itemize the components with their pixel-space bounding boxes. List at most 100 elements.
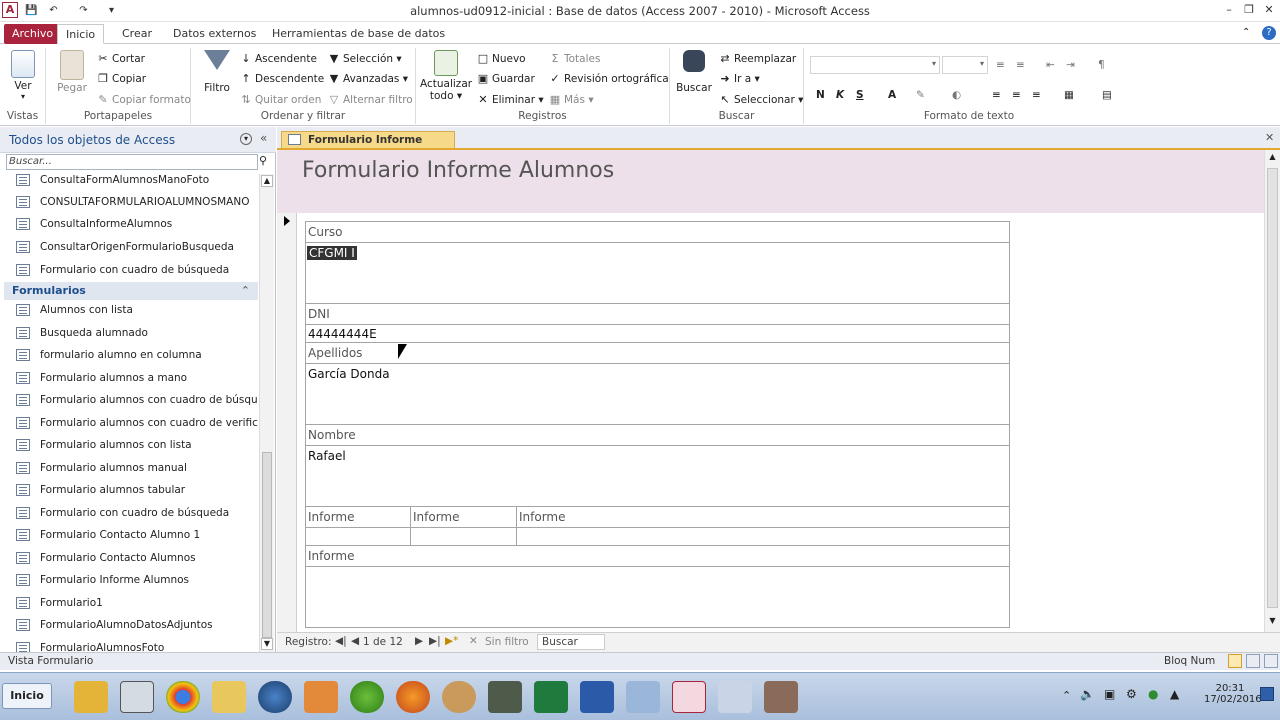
tab-herramientas[interactable]: Herramientas de base de datos xyxy=(264,24,453,44)
form-vertical-scrollbar[interactable]: ▲ ▼ xyxy=(1264,150,1280,632)
scroll-up-icon[interactable]: ▲ xyxy=(261,175,273,187)
align-right-icon[interactable]: ≡ xyxy=(1032,86,1041,104)
gimp-icon[interactable] xyxy=(442,681,476,713)
excel-icon[interactable] xyxy=(534,681,568,713)
access-taskbar-icon[interactable] xyxy=(672,681,706,713)
font-size-select[interactable]: ▾ xyxy=(942,56,988,74)
close-icon[interactable]: ✕ xyxy=(1260,3,1278,17)
paint-icon[interactable] xyxy=(626,681,660,713)
copiar-button[interactable]: ❐ Copiar xyxy=(96,70,146,88)
new-record-nav-icon[interactable]: ▶* xyxy=(445,635,458,647)
avanzadas-button[interactable]: ▼ Avanzadas ▾ xyxy=(327,70,408,88)
list-item[interactable]: formulario alumno en columna xyxy=(0,344,258,366)
tab-datos-externos[interactable]: Datos externos xyxy=(165,24,264,44)
outdent-icon[interactable]: ⇤ xyxy=(1046,56,1055,74)
pegar-button[interactable]: Pegar xyxy=(52,50,92,94)
ver-button[interactable]: Ver ▾ xyxy=(6,50,40,101)
close-document-icon[interactable]: ✕ xyxy=(1265,131,1274,144)
word-icon[interactable] xyxy=(580,681,614,713)
curso-field[interactable]: CFGMI I xyxy=(305,242,1010,304)
list-item[interactable]: ConsultarOrigenFormularioBusqueda xyxy=(0,236,258,258)
informe-field[interactable] xyxy=(305,566,1010,628)
paragraph-direction-icon[interactable]: ¶ xyxy=(1098,56,1105,74)
list-item[interactable]: Busqueda alumnado xyxy=(0,322,258,344)
scroll-thumb[interactable] xyxy=(1267,168,1278,608)
ir-a-button[interactable]: ➜ Ir a ▾ xyxy=(718,70,759,88)
list-item[interactable]: Formulario alumnos con cuadro de verific… xyxy=(0,412,258,434)
quitar-orden-button[interactable]: ⇅ Quitar orden xyxy=(239,91,321,109)
scroll-down-icon[interactable]: ▼ xyxy=(261,638,273,650)
nav-pane-header[interactable]: Todos los objetos de Access ▾ « xyxy=(0,127,276,153)
alternate-row-color-icon[interactable]: ▤ xyxy=(1102,86,1112,104)
first-record-icon[interactable]: ◀| xyxy=(335,635,347,647)
collapse-group-icon[interactable]: ⌃ xyxy=(241,282,250,300)
eliminar-button[interactable]: ✕ Eliminar ▾ xyxy=(476,91,543,109)
scroll-down-icon[interactable]: ▼ xyxy=(1266,616,1279,629)
system-info-icon[interactable] xyxy=(120,681,154,713)
list-item[interactable]: Formulario con cuadro de búsqueda xyxy=(0,502,258,524)
form-view-icon[interactable] xyxy=(1228,654,1242,668)
list-item[interactable]: Formulario Contacto Alumno 1 xyxy=(0,524,258,546)
scroll-thumb[interactable] xyxy=(262,452,272,638)
actualizar-todo-button[interactable]: Actualizar todo ▾ xyxy=(420,50,472,102)
screen-recorder-icon[interactable] xyxy=(764,681,798,713)
record-position[interactable]: 1 de 12 xyxy=(363,636,403,648)
chrome-icon[interactable] xyxy=(166,681,200,713)
minimize-icon[interactable]: – xyxy=(1220,3,1238,17)
seleccionar-button[interactable]: ↖ Seleccionar ▾ xyxy=(718,91,803,109)
apellidos-field[interactable]: García Donda xyxy=(305,363,1010,425)
device-icon[interactable]: ▣ xyxy=(1104,687,1115,701)
ascendente-button[interactable]: ↓ Ascendente xyxy=(239,50,317,68)
list-item[interactable]: Formulario Informe Alumnos xyxy=(0,569,258,591)
settings-tray-icon[interactable]: ⚙ xyxy=(1126,687,1137,701)
utorrent-icon[interactable] xyxy=(350,681,384,713)
tab-inicio[interactable]: Inicio xyxy=(57,24,105,44)
list-item[interactable]: Formulario alumnos con cuadro de búsque.… xyxy=(0,389,258,411)
help-chevron-icon[interactable]: ⌃ xyxy=(1242,27,1250,38)
nombre-field[interactable]: Rafael xyxy=(305,445,1010,507)
volume-icon[interactable]: 🔈 xyxy=(1080,687,1095,701)
tab-crear[interactable]: Crear xyxy=(114,24,160,44)
italic-button[interactable]: K xyxy=(836,86,844,104)
list-item[interactable]: CONSULTAFORMULARIOALUMNOSMANO xyxy=(0,191,258,213)
snipping-tool-icon[interactable] xyxy=(718,681,752,713)
record-search-input[interactable]: Buscar xyxy=(537,634,605,650)
copiar-formato-button[interactable]: ✎ Copiar formato xyxy=(96,91,191,109)
highlight-icon[interactable]: ✎ xyxy=(916,86,925,104)
nav-search-input[interactable]: Buscar... xyxy=(6,154,258,170)
thunderbird-icon[interactable] xyxy=(258,681,292,713)
virtual-machine-icon[interactable] xyxy=(488,681,522,713)
tray-expand-icon[interactable]: ⌃ xyxy=(1062,689,1071,702)
list-item[interactable]: Formulario alumnos con lista xyxy=(0,434,258,456)
list-item[interactable]: Formulario1 xyxy=(0,592,258,614)
file-explorer-icon[interactable] xyxy=(212,681,246,713)
indent-icon[interactable]: ⇥ xyxy=(1066,56,1075,74)
search-icon[interactable]: ⚲ xyxy=(259,154,267,167)
people-app-icon[interactable] xyxy=(74,681,108,713)
firefox-icon[interactable] xyxy=(396,681,430,713)
show-desktop-icon[interactable] xyxy=(1260,687,1274,701)
help-icon[interactable]: ? xyxy=(1262,26,1276,40)
nav-scrollbar[interactable]: ▲ ▼ xyxy=(259,174,274,652)
bullets-icon[interactable]: ≡ xyxy=(996,56,1005,74)
nav-group-formularios[interactable]: Formularios ⌃ xyxy=(4,282,258,300)
dni-field[interactable]: 44444444E xyxy=(305,324,1010,343)
list-item[interactable]: Formulario Contacto Alumnos xyxy=(0,547,258,569)
totales-button[interactable]: Σ Totales xyxy=(548,50,601,68)
next-record-icon[interactable]: ▶ xyxy=(415,635,423,647)
underline-button[interactable]: S xyxy=(856,86,864,104)
guardar-button[interactable]: ▣ Guardar xyxy=(476,70,535,88)
network-icon[interactable]: ▲ xyxy=(1170,687,1179,701)
align-center-icon[interactable]: ≡ xyxy=(1012,86,1021,104)
descendente-button[interactable]: ↑ Descendente xyxy=(239,70,324,88)
font-color-icon[interactable]: A xyxy=(888,86,896,104)
revision-ortografica-button[interactable]: ✓ Revisión ortográfica xyxy=(548,70,668,88)
list-item[interactable]: Formulario alumnos tabular xyxy=(0,479,258,501)
cortar-button[interactable]: ✂ Cortar xyxy=(96,50,145,68)
mas-button[interactable]: ▦ Más ▾ xyxy=(548,91,594,109)
list-item[interactable]: ConsultaInformeAlumnos xyxy=(0,213,258,235)
list-item[interactable]: FormularioAlumnoDatosAdjuntos xyxy=(0,614,258,636)
list-item[interactable]: Formulario con cuadro de búsqueda xyxy=(0,259,258,281)
informe-cell[interactable] xyxy=(305,527,411,546)
start-button[interactable]: Inicio xyxy=(2,683,52,709)
